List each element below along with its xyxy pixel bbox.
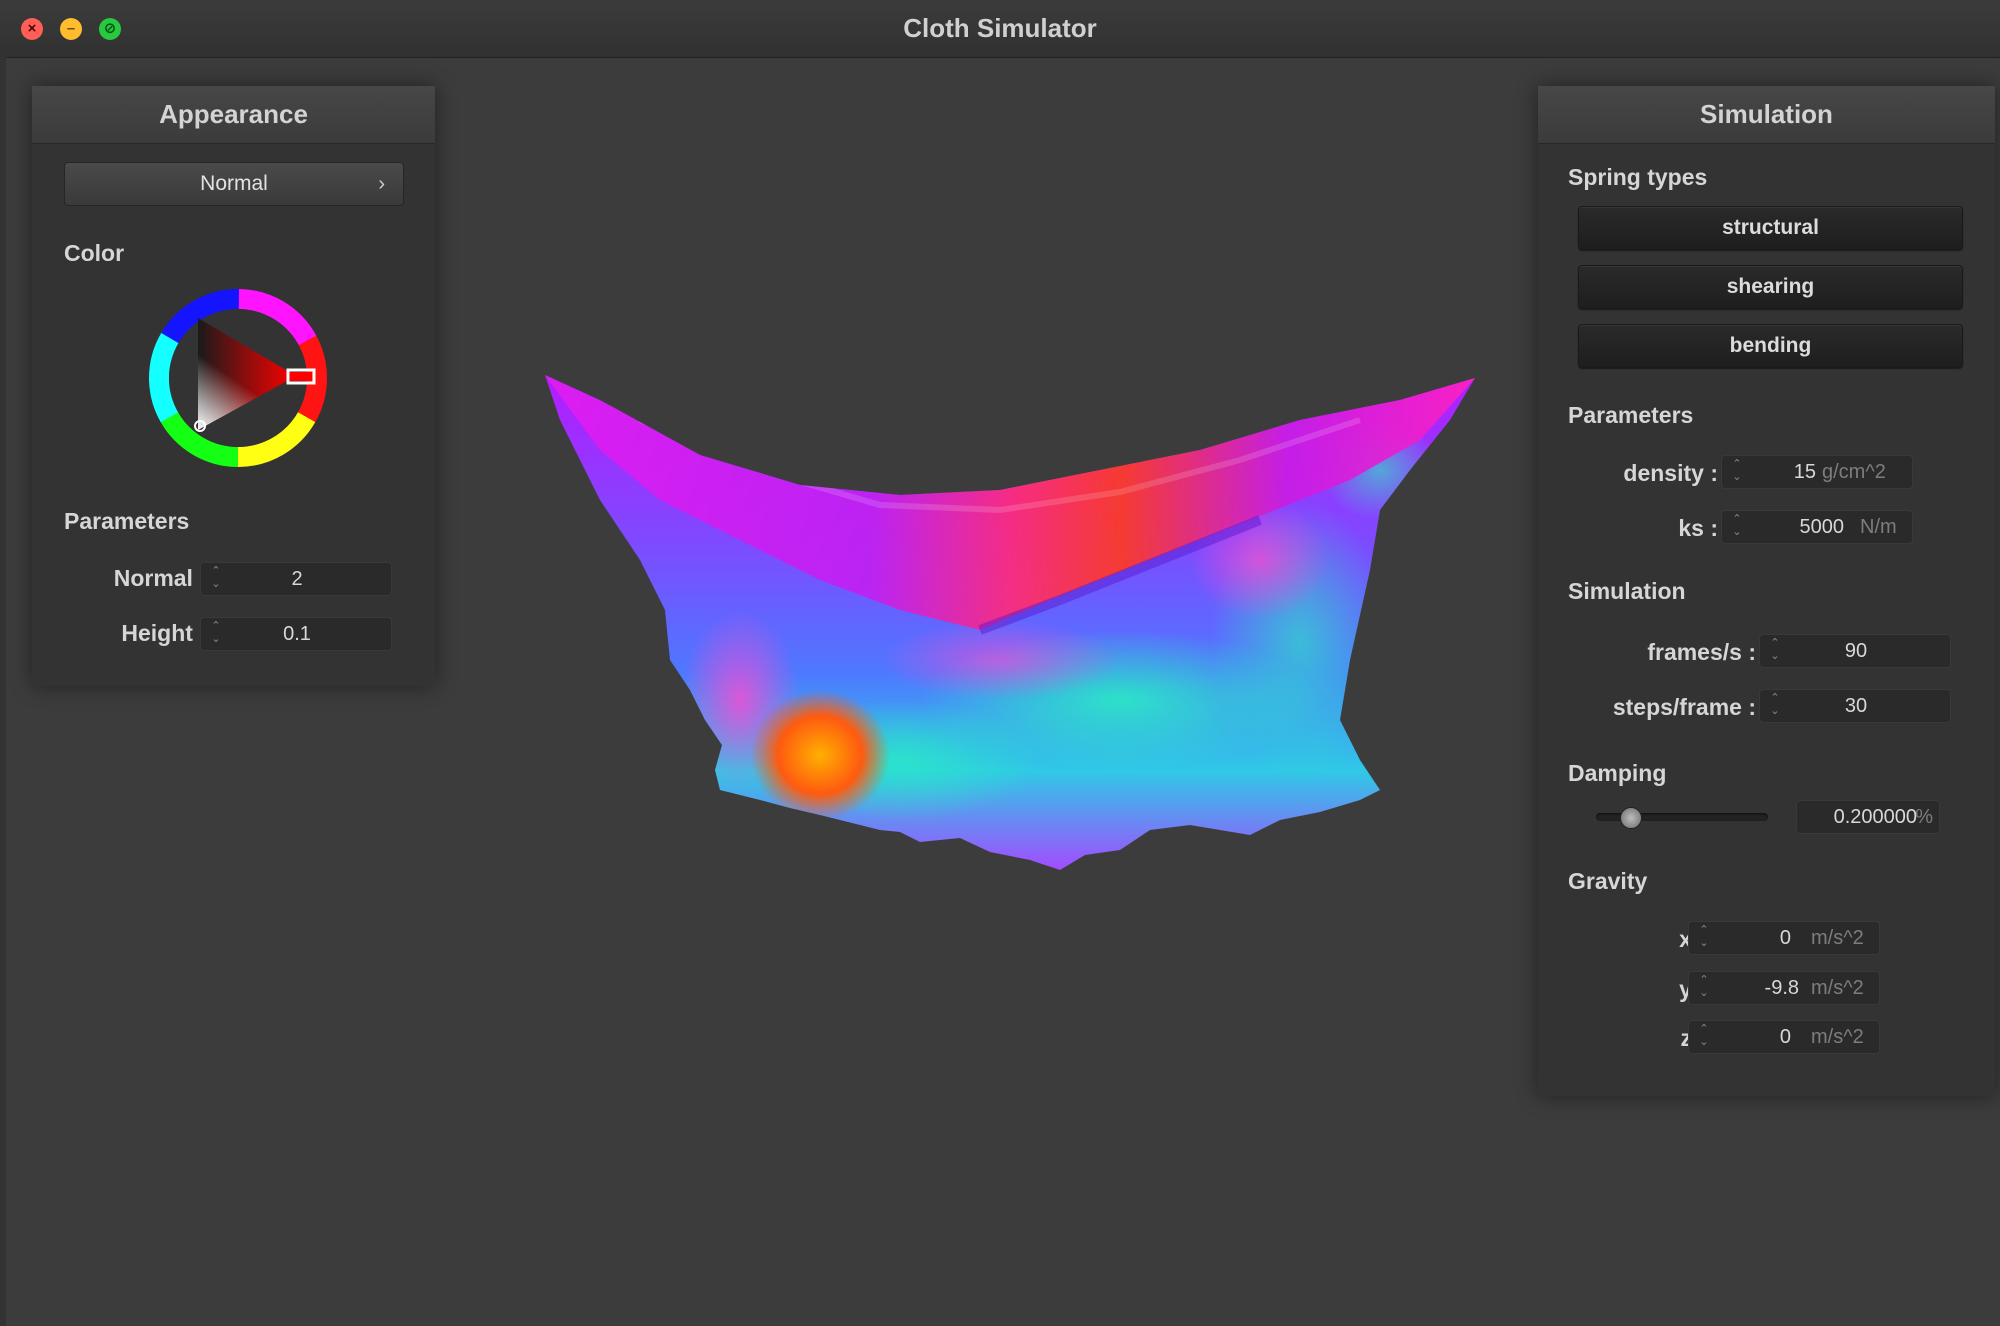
gravity-x-unit: m/s^2 (1811, 927, 1864, 949)
normal-value: 2 (291, 568, 303, 590)
height-spinbox[interactable]: ⌃ ⌄ 0.1 (200, 617, 392, 651)
simulation-panel-header[interactable]: Simulation (1538, 86, 1995, 144)
gravity-x-spinbox[interactable]: ⌃ ⌄ 0 m/s^2 (1688, 921, 1880, 955)
appearance-panel: Appearance Normal › Color Parameters Nor… (32, 86, 435, 686)
frames-spinbox[interactable]: ⌃ ⌄ 90 (1759, 634, 1951, 668)
gravity-y-label: y : (1679, 976, 1706, 1002)
normal-label: Normal : (113, 565, 207, 591)
steps-label: steps/frame : (1612, 694, 1756, 720)
damping-value: 0.200000 (1833, 806, 1917, 828)
gravity-x-label: x : (1679, 926, 1706, 952)
simulation-label: Simulation (1568, 578, 1686, 604)
damping-slider-knob[interactable] (1620, 807, 1643, 829)
cloth-mesh (545, 375, 1475, 870)
sim-parameters-label: Parameters (1568, 402, 1694, 428)
spinner-arrows-icon[interactable]: ⌃ ⌄ (1730, 513, 1744, 541)
damping-unit: % (1915, 806, 1933, 828)
spinner-arrows-icon[interactable]: ⌃ ⌄ (1697, 1023, 1711, 1051)
spring-types-label: Spring types (1568, 164, 1708, 190)
gravity-y-spinbox[interactable]: ⌃ ⌄ -9.8 m/s^2 (1688, 971, 1880, 1005)
shader-select[interactable]: Normal › (64, 162, 404, 206)
frames-value: 90 (1844, 640, 1868, 662)
density-unit: g/cm^2 (1822, 461, 1886, 483)
structural-toggle[interactable]: structural (1578, 206, 1963, 250)
appearance-params-label: Parameters (64, 508, 190, 534)
ks-unit: N/m (1860, 516, 1897, 538)
chevron-right-icon: › (378, 173, 385, 195)
damping-label: Damping (1568, 760, 1667, 786)
gravity-y-value: -9.8 (1764, 977, 1799, 999)
frames-label: frames/s : (1647, 639, 1756, 665)
normal-spinbox[interactable]: ⌃ ⌄ 2 (200, 562, 392, 596)
color-label: Color (64, 240, 125, 266)
spinner-arrows-icon[interactable]: ⌃ ⌄ (1697, 974, 1711, 1002)
bending-toggle[interactable]: bending (1578, 324, 1963, 368)
ks-spinbox[interactable]: ⌃ ⌄ 5000 N/m (1721, 510, 1913, 544)
gravity-z-label: z : (1680, 1025, 1706, 1051)
density-label: density : (1623, 460, 1718, 486)
ks-value: 5000 (1799, 516, 1845, 538)
shader-select-value: Normal (200, 172, 268, 195)
gravity-z-spinbox[interactable]: ⌃ ⌄ 0 m/s^2 (1688, 1020, 1880, 1054)
gravity-y-unit: m/s^2 (1811, 977, 1864, 999)
spinner-arrows-icon[interactable]: ⌃ ⌄ (1730, 458, 1744, 486)
steps-spinbox[interactable]: ⌃ ⌄ 30 (1759, 689, 1951, 723)
title-bar: × – ⊘ Cloth Simulator (0, 0, 2000, 58)
color-wheel[interactable] (148, 288, 328, 468)
density-spinbox[interactable]: ⌃ ⌄ 15 g/cm^2 (1721, 455, 1913, 489)
height-value: 0.1 (283, 623, 311, 645)
gravity-x-value: 0 (1779, 927, 1791, 949)
gravity-z-value: 0 (1779, 1026, 1791, 1048)
height-label: Height : (121, 620, 207, 646)
shearing-toggle[interactable]: shearing (1578, 265, 1963, 309)
ks-label: ks : (1678, 515, 1718, 541)
gravity-label: Gravity (1568, 868, 1648, 894)
spinner-arrows-icon[interactable]: ⌃ ⌄ (1697, 924, 1711, 952)
simulation-panel: Simulation Spring types structural shear… (1538, 86, 1995, 1096)
window-title: Cloth Simulator (903, 13, 1097, 43)
damping-input[interactable]: 0.200000 % (1796, 800, 1940, 834)
density-value: 15 (1793, 461, 1816, 483)
gravity-z-unit: m/s^2 (1811, 1026, 1864, 1048)
appearance-panel-header[interactable]: Appearance (32, 86, 435, 144)
steps-value: 30 (1844, 695, 1868, 717)
